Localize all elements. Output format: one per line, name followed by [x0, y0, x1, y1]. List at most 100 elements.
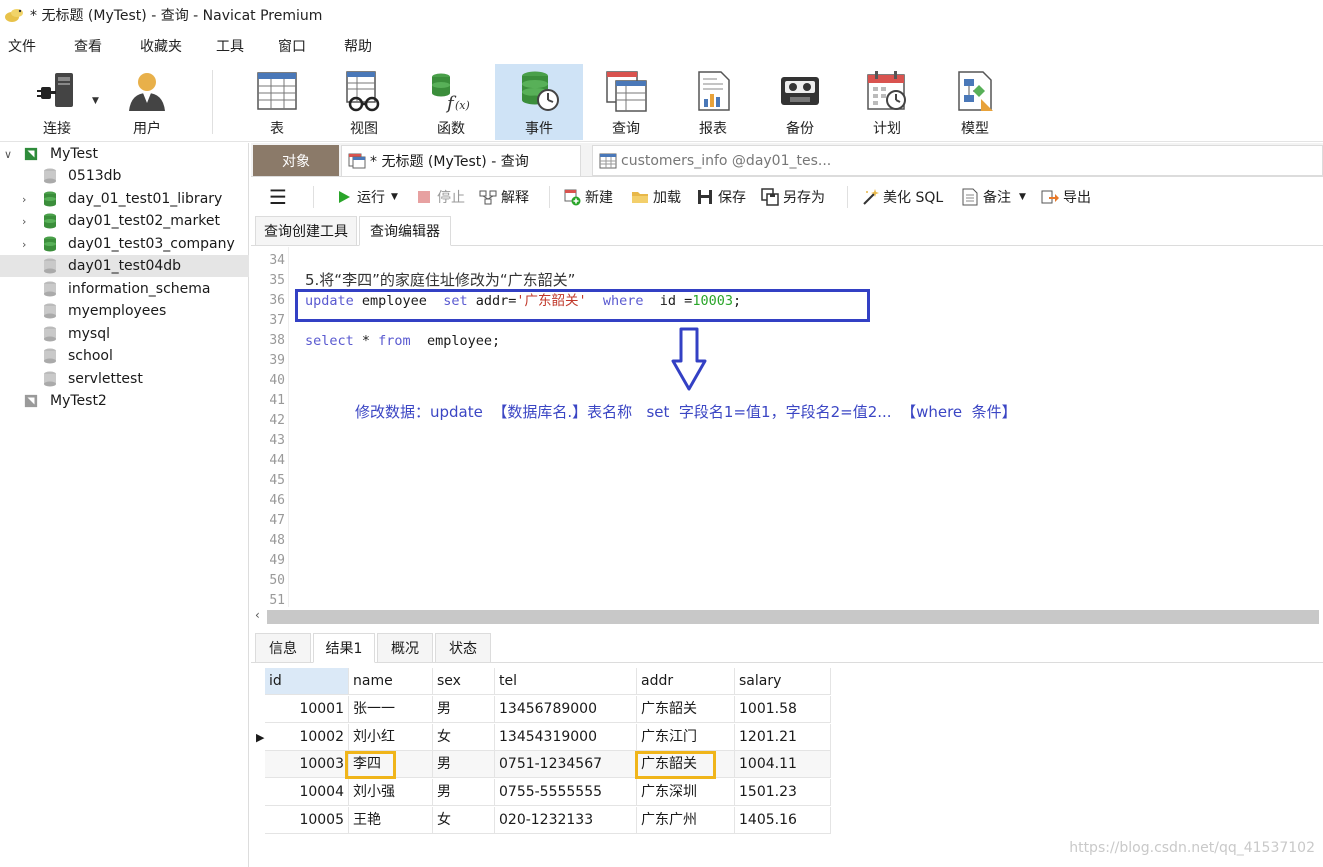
toolbar-function-button[interactable]: f (x) 函数	[416, 64, 486, 140]
toolbar-user-button[interactable]: 用户	[112, 64, 182, 140]
export-button[interactable]: 导出	[1041, 186, 1091, 208]
new-query-button[interactable]: 新建	[563, 186, 613, 208]
line-number: 37	[269, 313, 285, 328]
toolbar-view-button[interactable]: 视图	[329, 64, 399, 140]
tab-query-builder[interactable]: 查询创建工具	[255, 216, 357, 246]
collapsed-caret-icon[interactable]: ›	[22, 215, 26, 228]
column-header-addr[interactable]: addr	[637, 668, 735, 695]
column-header-name[interactable]: name	[349, 668, 433, 695]
tree-item-database[interactable]: › day_01_test01_library	[0, 188, 249, 210]
tree-item-database[interactable]: 0513db	[0, 165, 249, 187]
cell-tel[interactable]: 020-1232133	[495, 807, 637, 834]
menu-view[interactable]: 查看	[66, 36, 110, 56]
toolbar-backup-label: 备份	[786, 121, 814, 137]
cell-id[interactable]: 10002	[265, 724, 349, 751]
database-closed-icon	[44, 303, 56, 319]
tree-item-database[interactable]: › day01_test02_market	[0, 210, 249, 232]
cell-tel[interactable]: 0751-1234567	[495, 751, 637, 778]
toolbar-table-button[interactable]: 表	[242, 64, 312, 140]
tree-item-database[interactable]: › day01_test03_company	[0, 233, 249, 255]
column-header-id[interactable]: id	[265, 668, 349, 695]
column-header-tel[interactable]: tel	[495, 668, 637, 695]
editor-horizontal-scrollbar[interactable]: ‹	[251, 607, 1323, 627]
expanded-caret-icon[interactable]: ∨	[4, 148, 12, 161]
tab-status[interactable]: 状态	[435, 633, 491, 663]
cell-sex[interactable]: 男	[433, 779, 495, 806]
run-dropdown-icon[interactable]: ▼	[391, 192, 398, 202]
scroll-left-icon[interactable]: ‹	[255, 608, 260, 622]
toolbar-model-button[interactable]: 模型	[940, 64, 1010, 140]
document-tabs: 对象 * 无标题 (MyTest) - 查询 customers_info @d…	[251, 143, 1323, 177]
sql-editor[interactable]: 34 35 36 37 38 39 40 41 42 43 44 45 46 4…	[251, 247, 1323, 607]
menu-tools[interactable]: 工具	[208, 36, 252, 56]
scrollbar-thumb[interactable]	[267, 610, 1319, 624]
menu-file[interactable]: 文件	[0, 36, 44, 56]
tree-item-database-selected[interactable]: day01_test04db	[0, 255, 249, 277]
cell-salary[interactable]: 1001.58	[735, 696, 831, 723]
hamburger-menu-icon[interactable]: ☰	[269, 185, 287, 209]
save-as-button[interactable]: 另存为	[761, 186, 825, 208]
tab-query-editor[interactable]: 查询编辑器	[359, 216, 451, 246]
tree-item-database[interactable]: information_schema	[0, 278, 249, 300]
toolbar-backup-button[interactable]: 备份	[765, 64, 835, 140]
cell-addr[interactable]: 广东深圳	[637, 779, 735, 806]
cell-sex[interactable]: 男	[433, 696, 495, 723]
tab-result1[interactable]: 结果1	[313, 633, 375, 663]
toolbar-event-button[interactable]: 事件	[495, 64, 583, 140]
tab-info[interactable]: 信息	[255, 633, 311, 663]
cell-id[interactable]: 10005	[265, 807, 349, 834]
cell-salary[interactable]: 1004.11	[735, 751, 831, 778]
cell-id[interactable]: 10003	[265, 751, 349, 778]
cell-id[interactable]: 10001	[265, 696, 349, 723]
tree-item-database[interactable]: school	[0, 345, 249, 367]
cell-addr[interactable]: 广东广州	[637, 807, 735, 834]
explain-button[interactable]: 解释	[479, 186, 529, 208]
toolbar-schedule-button[interactable]: 计划	[852, 64, 922, 140]
save-button[interactable]: 保存	[696, 186, 746, 208]
note-button[interactable]: 备注 ▼	[961, 186, 1026, 208]
cell-addr[interactable]: 广东江门	[637, 724, 735, 751]
menu-favorites[interactable]: 收藏夹	[132, 36, 190, 56]
cell-tel[interactable]: 13456789000	[495, 696, 637, 723]
cell-salary[interactable]: 1201.21	[735, 724, 831, 751]
note-dropdown-icon[interactable]: ▼	[1019, 192, 1026, 202]
column-header-sex[interactable]: sex	[433, 668, 495, 695]
cell-sex[interactable]: 男	[433, 751, 495, 778]
menu-window[interactable]: 窗口	[270, 36, 314, 56]
cell-name[interactable]: 王艳	[349, 807, 433, 834]
load-button[interactable]: 加载	[631, 186, 681, 208]
tab-objects[interactable]: 对象	[253, 145, 339, 176]
beautify-sql-button[interactable]: 美化 SQL	[861, 186, 943, 208]
collapsed-caret-icon[interactable]: ›	[22, 193, 26, 206]
column-header-salary[interactable]: salary	[735, 668, 831, 695]
cell-addr[interactable]: 广东韶关	[637, 696, 735, 723]
toolbar-report-button[interactable]: 报表	[678, 64, 748, 140]
tree-item-database[interactable]: myemployees	[0, 300, 249, 322]
tab-customers-info[interactable]: customers_info @day01_tes...	[592, 145, 1323, 176]
connection-dropdown-icon[interactable]: ▼	[92, 96, 99, 106]
collapsed-caret-icon[interactable]: ›	[22, 238, 26, 251]
toolbar-connection-button[interactable]: 连接	[22, 64, 92, 140]
tree-item-database[interactable]: servlettest	[0, 368, 249, 390]
run-button[interactable]: 运行 ▼	[335, 186, 398, 208]
tree-item-database[interactable]: mysql	[0, 323, 249, 345]
menu-help[interactable]: 帮助	[336, 36, 380, 56]
line-number: 45	[269, 473, 285, 488]
stop-button[interactable]: 停止	[415, 186, 465, 208]
cell-tel[interactable]: 13454319000	[495, 724, 637, 751]
tab-query-untitled[interactable]: * 无标题 (MyTest) - 查询	[341, 145, 581, 176]
cell-sex[interactable]: 女	[433, 807, 495, 834]
tree-item-mytest[interactable]: ∨ MyTest	[0, 143, 249, 165]
cell-name[interactable]: 刘小红	[349, 724, 433, 751]
cell-name[interactable]: 张一一	[349, 696, 433, 723]
result-grid: id name sex tel addr salary 10001 张一一 男 …	[251, 668, 1323, 867]
cell-id[interactable]: 10004	[265, 779, 349, 806]
cell-salary[interactable]: 1405.16	[735, 807, 831, 834]
tab-overview[interactable]: 概况	[377, 633, 433, 663]
cell-tel[interactable]: 0755-5555555	[495, 779, 637, 806]
cell-sex[interactable]: 女	[433, 724, 495, 751]
toolbar-query-button[interactable]: 查询	[591, 64, 661, 140]
cell-salary[interactable]: 1501.23	[735, 779, 831, 806]
cell-name[interactable]: 刘小强	[349, 779, 433, 806]
tree-item-mytest2[interactable]: MyTest2	[0, 390, 249, 412]
